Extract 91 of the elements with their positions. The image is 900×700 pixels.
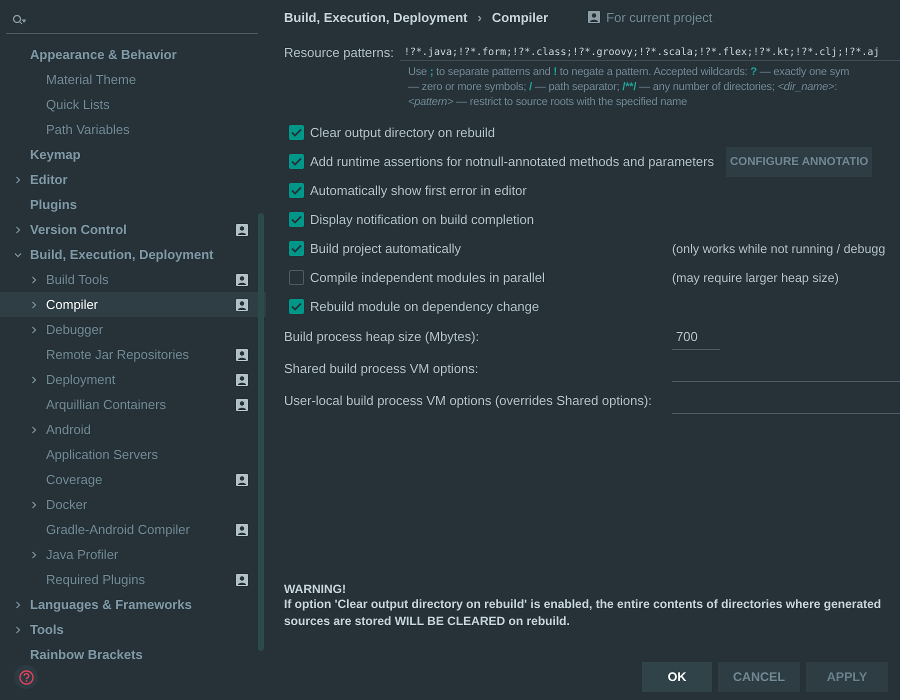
tree-item[interactable]: Build Tools <box>0 267 266 292</box>
chevron-right-icon[interactable] <box>30 550 38 558</box>
hint-text: <pattern> — restrict to source roots with the specified name <box>408 95 688 110</box>
checkbox-label[interactable]: Add runtime assertions for notnull-annotated methods and parameters <box>310 152 714 170</box>
tree-item[interactable]: Required Plugins <box>0 567 266 592</box>
person-icon <box>236 398 248 410</box>
search-icon <box>12 14 26 26</box>
tree-item[interactable]: Path Variables <box>0 117 266 142</box>
person-icon <box>236 298 248 310</box>
input-field[interactable]: 700 <box>672 324 720 350</box>
warning-text: If option 'Clear output directory on rebuild' is enabled, the entire contents of directories where generated sources are stored WILL BE CLEARED on rebuild. <box>284 596 882 630</box>
breadcrumb-item: Compiler <box>492 10 548 24</box>
tree-item[interactable]: Deployment <box>0 367 266 392</box>
tree-item[interactable]: Arquillian Containers <box>0 392 266 417</box>
hint-text: — zero or more symbols; / — path separator; /**/ — any number of directories; <dir_name>: <box>408 80 838 95</box>
help-button[interactable] <box>14 665 38 689</box>
checkbox[interactable] <box>289 183 304 198</box>
tree-item[interactable]: Android <box>0 417 266 442</box>
tree-item[interactable]: Editor <box>0 167 266 192</box>
tree-item[interactable]: Application Servers <box>0 442 266 467</box>
help-icon <box>18 670 34 684</box>
field-label: Shared build process VM options: <box>284 360 480 378</box>
chevron-right-icon[interactable] <box>30 326 38 334</box>
checkbox[interactable] <box>289 212 304 227</box>
tree-item[interactable]: Remote Jar Repositories <box>0 342 266 367</box>
hint-text: Use ; to separate patterns and ! to negate a pattern. Accepted wildcards: ? — exactly one sym <box>408 65 850 80</box>
tree-item[interactable]: Coverage <box>0 467 266 492</box>
chevron-right-icon[interactable] <box>14 600 22 608</box>
tree-item[interactable]: Docker <box>0 492 266 517</box>
tree-item[interactable]: Material Theme <box>0 67 266 92</box>
tree-item[interactable]: Quick Lists <box>0 92 266 117</box>
field-label: User-local build process VM options (overrides Shared options): <box>284 392 653 410</box>
chevron-right-icon[interactable] <box>30 376 38 384</box>
tree-item[interactable]: Tools <box>0 617 266 642</box>
checkbox[interactable] <box>289 270 304 285</box>
dialog-button[interactable]: CANCEL <box>718 662 800 692</box>
person-icon <box>236 348 248 360</box>
breadcrumb-item: Build, Execution, Deployment <box>284 10 468 24</box>
option-note: (only works while not running / debugg <box>672 240 886 258</box>
patterns-field[interactable]: !?*.java;!?*.form;!?*.class;!?*.groovy;!?*.scala;!?*.flex;!?*.kt;!?*.clj;!?*.aj <box>404 47 900 58</box>
chevron-right-icon[interactable] <box>14 176 22 184</box>
check-icon <box>291 128 302 137</box>
person-icon <box>236 524 248 536</box>
tree-item[interactable]: Keymap <box>0 142 266 167</box>
tree-item[interactable]: Plugins <box>0 192 266 217</box>
tree-item[interactable]: Gradle-Android Compiler <box>0 517 266 542</box>
warning-title: WARNING! <box>284 582 347 596</box>
chevron-down-icon[interactable] <box>14 250 22 258</box>
tree-item[interactable]: Compiler <box>0 292 266 317</box>
chevron-right-icon[interactable] <box>30 426 38 434</box>
scrollbar[interactable] <box>258 213 264 651</box>
chevron-right-icon[interactable] <box>30 300 38 308</box>
person-icon <box>588 11 600 23</box>
person-icon <box>236 274 248 286</box>
checkbox-label[interactable]: Compile independent modules in parallel <box>310 268 672 286</box>
tree-item[interactable]: Rainbow Brackets <box>0 642 266 667</box>
chevron-right-icon[interactable] <box>14 626 22 634</box>
scope-label: For current project <box>606 10 712 24</box>
check-icon <box>291 244 302 253</box>
option-note: (may require larger heap size) <box>672 270 839 286</box>
checkbox-label[interactable]: Build project automatically <box>310 240 672 258</box>
checkbox[interactable] <box>289 125 304 140</box>
tree-item[interactable]: Java Profiler <box>0 542 266 567</box>
tree-item[interactable]: Languages & Frameworks <box>0 592 266 617</box>
check-icon <box>291 186 302 195</box>
checkbox[interactable] <box>289 154 304 169</box>
checkbox[interactable] <box>289 299 304 314</box>
checkbox-label[interactable]: Rebuild module on dependency change <box>310 298 672 316</box>
person-icon <box>236 474 248 486</box>
checkbox-label[interactable]: Display notification on build completion <box>310 210 672 228</box>
tree-item[interactable]: Appearance & Behavior <box>0 42 266 67</box>
breadcrumb-separator: › <box>477 10 482 24</box>
person-icon <box>236 224 248 236</box>
checkbox-label[interactable]: Automatically show first error in editor <box>310 182 672 200</box>
check-icon <box>291 157 302 166</box>
chevron-right-icon[interactable] <box>14 226 22 234</box>
field-label: Build process heap size (Mbytes): <box>284 328 480 346</box>
checkbox[interactable] <box>289 241 304 256</box>
person-icon <box>236 574 248 586</box>
check-icon <box>291 215 302 224</box>
checkbox-label[interactable]: Clear output directory on rebuild <box>310 124 672 142</box>
person-icon <box>236 374 248 386</box>
tree-item[interactable]: Version Control <box>0 217 266 242</box>
check-icon <box>291 302 302 311</box>
configure-button[interactable]: CONFIGURE ANNOTATIO <box>726 146 872 176</box>
chevron-right-icon[interactable] <box>30 276 38 284</box>
field-label: Resource patterns: <box>284 45 394 60</box>
tree-item[interactable]: Debugger <box>0 317 266 342</box>
tree-item[interactable]: Build, Execution, Deployment <box>0 242 266 267</box>
dialog-button[interactable]: OK <box>642 662 712 692</box>
chevron-right-icon[interactable] <box>30 500 38 508</box>
